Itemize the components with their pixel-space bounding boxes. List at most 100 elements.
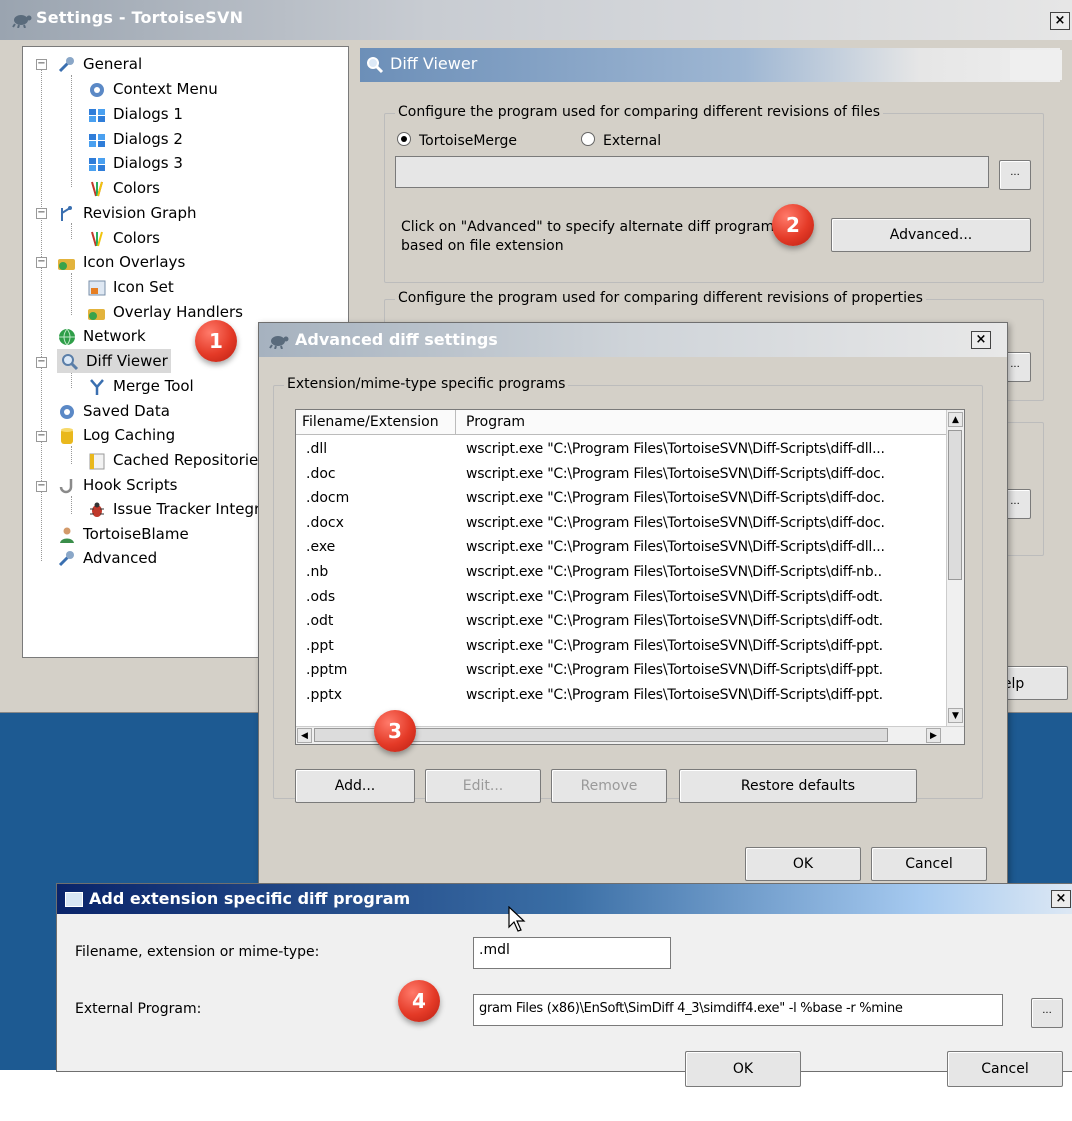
- advanced-button[interactable]: Advanced...: [831, 218, 1031, 252]
- tree-item-tortoiseblame[interactable]: TortoiseBlame: [57, 522, 189, 546]
- browse-button[interactable]: ...: [999, 160, 1031, 190]
- table-row[interactable]: .pptm wscript.exe "C:\Program Files\Torto…: [296, 658, 946, 682]
- ext-programs-list[interactable]: Filename/Extension Program .dll wscript.e…: [295, 409, 965, 745]
- tree-item-revision-graph-colors[interactable]: Colors: [87, 226, 160, 250]
- tree-item-saved-data[interactable]: Saved Data: [57, 399, 170, 423]
- add-button[interactable]: Add...: [295, 769, 415, 803]
- restore-defaults-button[interactable]: Restore defaults: [679, 769, 917, 803]
- ext-input[interactable]: .mdl: [473, 937, 671, 969]
- table-row[interactable]: .nb wscript.exe "C:\Program Files\Tortois…: [296, 560, 946, 584]
- vertical-scrollbar[interactable]: ▲ ▼: [946, 410, 964, 726]
- program-cell: wscript.exe "C:\Program Files\TortoiseSV…: [466, 564, 882, 580]
- mouse-cursor-icon: [508, 906, 526, 932]
- annotation-badge-2: 2: [772, 204, 814, 246]
- column-header-program[interactable]: Program: [460, 410, 946, 434]
- table-row[interactable]: .ods wscript.exe "C:\Program Files\Tortoi…: [296, 585, 946, 609]
- files-diff-group: Configure the program used for comparing…: [384, 104, 1044, 283]
- tree-item-hook-scripts[interactable]: Hook Scripts: [57, 473, 177, 497]
- tree-item-merge-tool[interactable]: Merge Tool: [87, 374, 194, 398]
- radio-tortoisemerge[interactable]: TortoiseMerge: [397, 132, 517, 149]
- table-row[interactable]: .docm wscript.exe "C:\Program Files\Torto…: [296, 486, 946, 510]
- tree-item-icon-set[interactable]: Icon Set: [87, 275, 174, 299]
- gear-icon: [90, 82, 104, 97]
- tree-item-network[interactable]: Network: [57, 324, 146, 348]
- dialogs-icon: [89, 157, 105, 171]
- scroll-up-arrow[interactable]: ▲: [948, 412, 963, 427]
- tree-item-colors[interactable]: Colors: [87, 176, 160, 200]
- ext-programs-legend: Extension/mime-type specific programs: [284, 376, 569, 392]
- tree-item-revision-graph[interactable]: Revision Graph: [57, 201, 196, 225]
- remove-button[interactable]: Remove: [551, 769, 667, 803]
- annotation-badge-3: 3: [374, 710, 416, 752]
- advanced-diff-close-button[interactable]: ×: [971, 331, 991, 349]
- page-header-title: Diff Viewer: [390, 54, 478, 73]
- table-row[interactable]: .exe wscript.exe "C:\Program Files\Tortoi…: [296, 535, 946, 559]
- ext-cell: .nb: [306, 564, 329, 580]
- ext-cell: .docm: [306, 490, 350, 507]
- tree-item-cached-repositories[interactable]: Cached Repositories: [87, 448, 266, 472]
- dialogs-icon: [89, 108, 105, 122]
- advanced-diff-dialog: Advanced diff settings × Extension/mime-…: [258, 322, 1008, 884]
- settings-titlebar[interactable]: Settings - TortoiseSVN ×: [0, 0, 1072, 40]
- ext-cell: .dll: [306, 441, 328, 457]
- program-browse-button[interactable]: ...: [1031, 998, 1063, 1028]
- header-blank: [1010, 50, 1062, 80]
- program-cell: wscript.exe "C:\Program Files\TortoiseSV…: [466, 637, 883, 654]
- external-program-field[interactable]: [395, 156, 989, 188]
- vertical-scroll-thumb[interactable]: [948, 430, 962, 580]
- ext-cell: .exe: [306, 539, 336, 556]
- add-extension-titlebar[interactable]: Add extension specific diff program ×: [57, 884, 1072, 914]
- scroll-right-arrow[interactable]: ▶: [926, 728, 941, 743]
- tree-item-dialogs-3[interactable]: Dialogs 3: [87, 151, 183, 175]
- table-row[interactable]: .doc wscript.exe "C:\Program Files\Tortoi…: [296, 462, 946, 486]
- radio-external[interactable]: External: [581, 132, 661, 149]
- tree-item-log-caching[interactable]: Log Caching: [57, 423, 175, 447]
- magnifier-icon: [367, 57, 384, 74]
- wrench-icon: [58, 550, 74, 566]
- radio-dot: [581, 132, 595, 146]
- advanced-hint: Click on "Advanced" to specify alternate…: [401, 219, 782, 254]
- program-cell: wscript.exe "C:\Program Files\TortoiseSV…: [466, 490, 885, 507]
- color-brushes-icon: [91, 231, 103, 246]
- scroll-down-arrow[interactable]: ▼: [948, 708, 963, 723]
- advanced-cancel-button[interactable]: Cancel: [871, 847, 987, 881]
- column-header-filename[interactable]: Filename/Extension: [296, 410, 456, 434]
- annotation-badge-1: 1: [195, 320, 237, 362]
- ext-cell: .odt: [306, 613, 334, 630]
- table-row[interactable]: .docx wscript.exe "C:\Program Files\Torto…: [296, 511, 946, 535]
- settings-close-button[interactable]: ×: [1050, 12, 1070, 30]
- add-cancel-button[interactable]: Cancel: [947, 1051, 1063, 1087]
- table-row[interactable]: .dll wscript.exe "C:\Program Files\Tortoi…: [296, 437, 946, 461]
- tree-item-dialogs-1[interactable]: Dialogs 1: [87, 102, 183, 126]
- properties-diff-legend: Configure the program used for comparing…: [395, 290, 926, 306]
- advanced-ok-button[interactable]: OK: [745, 847, 861, 881]
- program-cell: wscript.exe "C:\Program Files\TortoiseSV…: [466, 514, 885, 531]
- ext-cell: .ppt: [306, 637, 334, 654]
- edit-button[interactable]: Edit...: [425, 769, 541, 803]
- table-row[interactable]: .pptx wscript.exe "C:\Program Files\Torto…: [296, 683, 946, 707]
- add-extension-close-button[interactable]: ×: [1051, 890, 1071, 908]
- program-cell: wscript.exe "C:\Program Files\TortoiseSV…: [466, 441, 885, 457]
- gear-icon: [60, 404, 74, 419]
- tree-item-general[interactable]: General: [57, 52, 142, 76]
- tree-item-context-menu[interactable]: Context Menu: [87, 77, 218, 101]
- add-extension-title: Add extension specific diff program: [89, 889, 411, 908]
- cache-list-icon: [89, 453, 105, 469]
- ext-cell: .ods: [306, 588, 336, 605]
- add-ok-button[interactable]: OK: [685, 1051, 801, 1087]
- program-input[interactable]: gram Files (x86)\EnSoft\SimDiff 4_3\simd…: [473, 994, 1003, 1026]
- advanced-diff-title: Advanced diff settings: [295, 330, 498, 349]
- tree-item-diff-viewer[interactable]: Diff Viewer: [57, 349, 171, 373]
- icon-set-icon: [88, 280, 106, 295]
- table-row[interactable]: .odt wscript.exe "C:\Program Files\Tortoi…: [296, 609, 946, 633]
- table-row[interactable]: .ppt wscript.exe "C:\Program Files\Tortoi…: [296, 634, 946, 658]
- tree-item-dialogs-2[interactable]: Dialogs 2: [87, 127, 183, 151]
- revision-graph-icon: [61, 205, 72, 221]
- program-cell: wscript.exe "C:\Program Files\TortoiseSV…: [466, 539, 885, 556]
- magnifier-icon: [62, 353, 79, 370]
- scroll-left-arrow[interactable]: ◀: [297, 728, 312, 743]
- tree-item-advanced[interactable]: Advanced: [57, 546, 157, 570]
- settings-title: Settings - TortoiseSVN: [36, 8, 244, 27]
- tree-item-icon-overlays[interactable]: Icon Overlays: [57, 250, 185, 274]
- advanced-diff-titlebar[interactable]: Advanced diff settings ×: [259, 323, 1007, 357]
